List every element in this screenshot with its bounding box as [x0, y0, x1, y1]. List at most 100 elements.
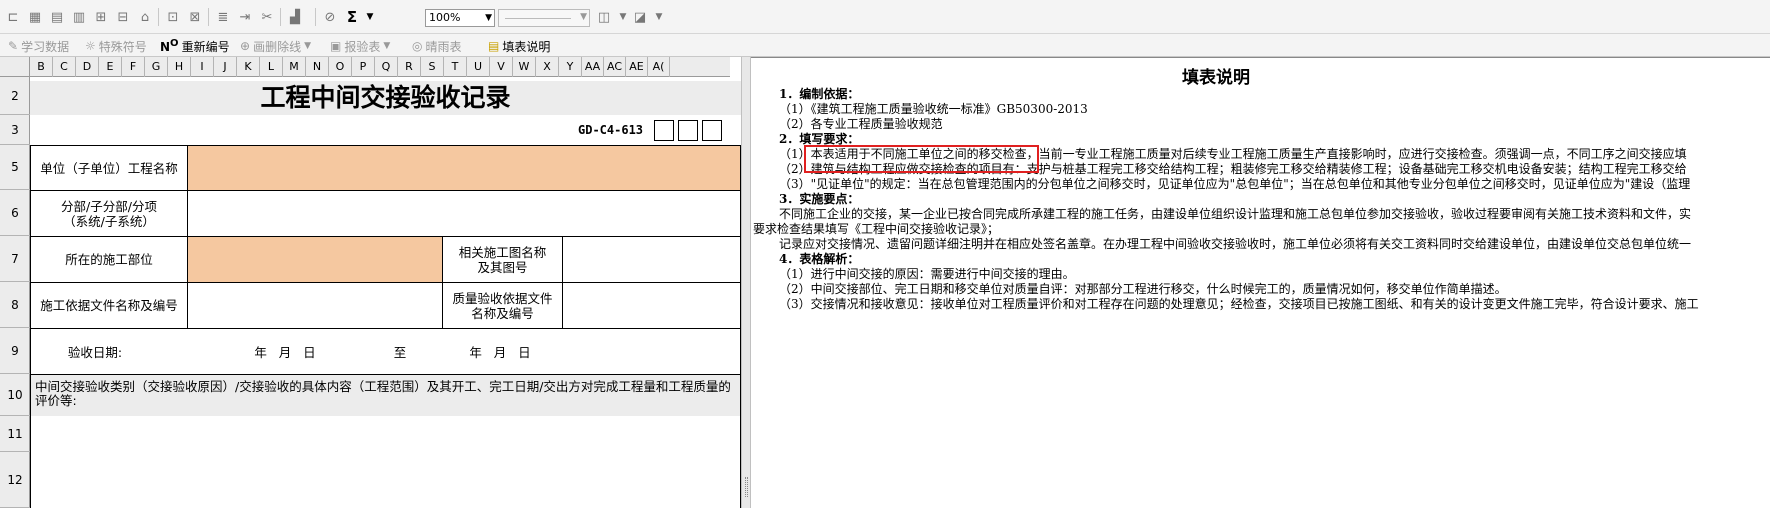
column-header-cell[interactable]: R: [398, 57, 421, 77]
toolbar-item-label: 学习数据: [21, 39, 70, 54]
tool-icon-6[interactable]: ⊟: [113, 7, 133, 27]
column-header-cell[interactable]: Y: [559, 57, 582, 77]
column-header-cell[interactable]: J: [214, 57, 237, 77]
code-box-1[interactable]: [654, 120, 674, 141]
instructions-line: 要求检查结果填写《工程中间交接验收记录》；: [753, 222, 1000, 236]
tool-icon-9[interactable]: ⊠: [185, 7, 205, 27]
column-header-cell[interactable]: E: [99, 57, 122, 77]
row-header-cell[interactable]: 9: [0, 328, 30, 374]
code-box-3[interactable]: [702, 120, 722, 141]
pencil-icon: ✎: [8, 39, 19, 53]
tool-icon-2[interactable]: ▦: [25, 7, 45, 27]
chart-icon[interactable]: ▟: [285, 7, 305, 27]
row-header-cell[interactable]: 2: [0, 77, 30, 115]
toolbar-item-strikethrough[interactable]: ⊕ 画删除线 ▼: [240, 37, 311, 55]
column-header-cell[interactable]: U: [467, 57, 490, 77]
column-header-cell[interactable]: S: [421, 57, 444, 77]
splitter-grip-icon[interactable]: [745, 477, 748, 497]
toolbar-item-renumber[interactable]: NO 重新编号: [160, 37, 230, 55]
form-icon: ▣: [330, 39, 342, 53]
row-header-cell[interactable]: 6: [0, 190, 30, 236]
row-header-cell[interactable]: 12: [0, 452, 30, 508]
note-heading: 中间交接验收类别（交接验收原因）/交接验收的具体内容（工程范围）及其开工、完工日…: [30, 374, 741, 416]
notebook-icon: ▤: [488, 39, 500, 53]
row-header-cell[interactable]: 5: [0, 145, 30, 190]
column-header-cell[interactable]: P: [352, 57, 375, 77]
main-toolbar: ⊏ ▦ ▤ ▥ ⊞ ⊟ ⌂ ⊡ ⊠ ≣ ⇥ ✂ ▟ ⊘ Σ ▼ 100% ▼ ▼ …: [0, 0, 1770, 34]
fill-dropdown-icon[interactable]: ▼: [649, 7, 669, 27]
toolbar-item-fill-instructions[interactable]: ▤ 填表说明: [488, 37, 550, 55]
fill-icon[interactable]: ◪: [630, 7, 650, 27]
instructions-heading: 4．表格解析：: [779, 252, 860, 266]
sum-icon[interactable]: Σ: [342, 7, 362, 27]
strikethrough-icon: ⊕: [240, 39, 251, 53]
toolbar-item-special-symbols[interactable]: ☼ 特殊符号: [85, 37, 147, 55]
panel-splitter[interactable]: [741, 57, 751, 508]
row-header-cell[interactable]: 7: [0, 236, 30, 282]
note-body-input[interactable]: [30, 416, 741, 508]
column-header-cell[interactable]: G: [145, 57, 168, 77]
row-header-cell[interactable]: 8: [0, 282, 30, 328]
tool-icon-5[interactable]: ⊞: [91, 7, 111, 27]
column-header-cell[interactable]: K: [237, 57, 260, 77]
input-basis-doc[interactable]: [187, 282, 443, 329]
row-header-cell[interactable]: 3: [0, 115, 30, 145]
instructions-line: （2）中间交接部位、完工日期和移交单位对质量自评：对那部分工程进行移交，什么时候…: [779, 282, 1507, 296]
tool-icon-3[interactable]: ▤: [47, 7, 67, 27]
column-header-cell[interactable]: V: [490, 57, 513, 77]
column-header-cell[interactable]: F: [122, 57, 145, 77]
tool-icon-8[interactable]: ⊡: [163, 7, 183, 27]
column-header-cell[interactable]: L: [260, 57, 283, 77]
spreadsheet: B C D E F G H I J K L M N O P Q R S T U V W X Y AA AC AE A( 2356789…: [0, 57, 741, 508]
label-subitem: 分部/子分部/分项 （系统/子系统）: [30, 190, 188, 237]
column-header-cell[interactable]: AC: [604, 57, 626, 77]
column-header-cell[interactable]: O: [329, 57, 352, 77]
symbol-icon: ☼: [85, 39, 96, 53]
select-all-corner[interactable]: [0, 57, 30, 77]
column-header-cell[interactable]: M: [283, 57, 306, 77]
tool-icon-1[interactable]: ⊏: [3, 7, 23, 27]
row-header-cell[interactable]: 11: [0, 416, 30, 452]
date-from[interactable]: 年 月 日: [210, 329, 360, 374]
date-to[interactable]: 年 月 日: [425, 329, 575, 374]
toolbar-item-inspection-form[interactable]: ▣ 报验表 ▼: [330, 37, 390, 55]
sum-dropdown-icon[interactable]: ▼: [360, 7, 380, 27]
tool-icon-7[interactable]: ⌂: [135, 7, 155, 27]
column-header-cell[interactable]: H: [168, 57, 191, 77]
column-header-cell[interactable]: I: [191, 57, 214, 77]
zoom-select[interactable]: 100% ▼: [425, 9, 495, 27]
column-header-cell[interactable]: W: [513, 57, 536, 77]
chevron-down-icon: ▼: [304, 41, 311, 51]
weather-icon: ◎: [412, 39, 423, 53]
column-header-cell[interactable]: Q: [375, 57, 398, 77]
input-location[interactable]: [187, 236, 443, 283]
input-subitem[interactable]: [187, 190, 741, 237]
border-icon[interactable]: ◫: [594, 7, 614, 27]
indent-icon[interactable]: ⇥: [235, 7, 255, 27]
tool-icon-4[interactable]: ▥: [69, 7, 89, 27]
function-icon[interactable]: ⊘: [320, 7, 340, 27]
input-project-name[interactable]: [187, 145, 741, 191]
align-icon[interactable]: ≣: [213, 7, 233, 27]
column-header-cell[interactable]: AE: [626, 57, 648, 77]
column-header-cell[interactable]: AA: [582, 57, 604, 77]
instructions-line: （1）进行中间交接的原因：需要进行中间交接的理由。: [779, 267, 1075, 281]
toolbar-item-weather[interactable]: ◎ 晴雨表: [412, 37, 462, 55]
zoom-value: 100%: [429, 11, 461, 24]
column-header-cell[interactable]: D: [76, 57, 99, 77]
input-drawing[interactable]: [562, 236, 741, 283]
format-painter-icon[interactable]: ✂: [257, 7, 277, 27]
toolbar-item-learn-data[interactable]: ✎ 学习数据: [8, 37, 69, 55]
column-header-cell[interactable]: B: [30, 57, 53, 77]
instructions-panel: 填表说明 1．编制依据： （1）《建筑工程施工质量验收统一标准》GB50300-2…: [751, 57, 1770, 508]
line-style-select[interactable]: ▼: [498, 9, 590, 27]
column-header-cell[interactable]: C: [53, 57, 76, 77]
code-box-2[interactable]: [678, 120, 698, 141]
column-header-cell[interactable]: N: [306, 57, 329, 77]
row-header-cell[interactable]: 10: [0, 374, 30, 416]
input-quality-doc[interactable]: [562, 282, 741, 329]
column-header-cell[interactable]: A(: [648, 57, 670, 77]
column-header-cell[interactable]: T: [444, 57, 467, 77]
app-window: ⊏ ▦ ▤ ▥ ⊞ ⊟ ⌂ ⊡ ⊠ ≣ ⇥ ✂ ▟ ⊘ Σ ▼ 100% ▼ ▼ …: [0, 0, 1770, 508]
column-header-cell[interactable]: X: [536, 57, 559, 77]
